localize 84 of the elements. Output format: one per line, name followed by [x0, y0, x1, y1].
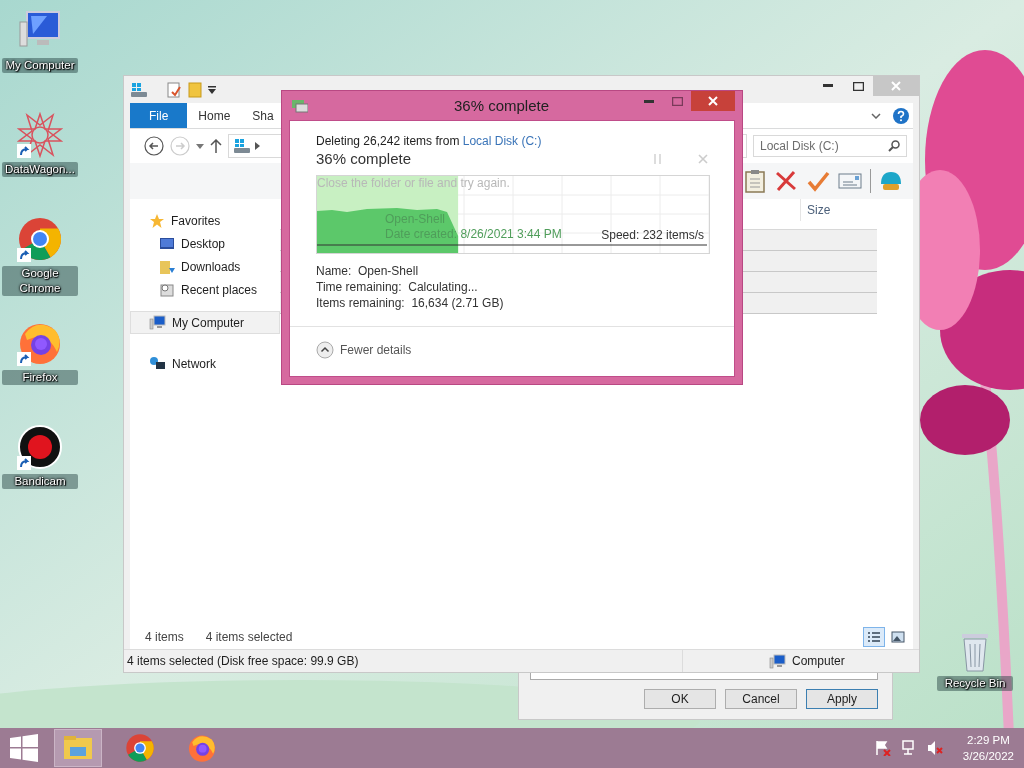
chrome-icon — [125, 733, 155, 763]
chrome-icon — [17, 216, 63, 262]
drive-icon — [130, 81, 148, 98]
search-icon — [888, 140, 900, 152]
nav-item[interactable]: Favorites — [130, 209, 280, 232]
shortcut-arrow-icon — [17, 456, 31, 470]
clock-date[interactable]: 3/26/2022 — [962, 748, 1014, 764]
dialog-button[interactable]: OK — [644, 689, 716, 709]
monitor-icon — [159, 236, 175, 251]
status-location: Computer — [792, 654, 845, 668]
checkmark-icon[interactable] — [806, 170, 830, 192]
progress-summary: Deleting 26,242 items from Local Disk (C:) — [316, 134, 543, 148]
details-view-button[interactable] — [863, 627, 885, 647]
computer-icon — [149, 315, 166, 330]
windows-start-icon[interactable] — [10, 734, 38, 762]
detail-line: Time remaining: Calculating... — [316, 280, 479, 294]
nav-label: Recent places — [181, 282, 258, 297]
nav-label: Desktop — [181, 236, 226, 251]
chevron-right-icon[interactable] — [255, 142, 260, 150]
text-field[interactable] — [530, 673, 878, 680]
dialog-title: 36% complete — [453, 97, 550, 114]
nav-item[interactable]: Network — [130, 352, 280, 375]
detail-line: Name: Open-Shell — [316, 264, 420, 278]
ribbon-tab[interactable]: Sha — [241, 103, 285, 128]
minimize-icon — [823, 84, 833, 88]
up-arrow-icon[interactable] — [210, 139, 222, 153]
help-icon[interactable] — [893, 107, 909, 124]
network-icon — [149, 355, 166, 372]
list-icon — [867, 631, 881, 643]
close-button[interactable] — [691, 91, 735, 111]
nav-label: Favorites — [171, 213, 221, 228]
nav-item[interactable]: My Computer — [130, 311, 280, 334]
maximize-icon — [671, 96, 683, 106]
star-pattern-icon — [17, 112, 63, 158]
close-icon — [708, 96, 718, 106]
selection-count: 4 items selected — [205, 630, 293, 644]
record-icon — [17, 424, 63, 470]
clipboard-icon[interactable] — [744, 169, 766, 193]
flag-icon[interactable] — [874, 740, 891, 756]
speaker-muted-icon[interactable] — [926, 740, 943, 756]
shortcut-arrow-icon — [17, 248, 31, 262]
folder-icon — [63, 735, 93, 761]
nav-item[interactable]: Desktop — [130, 232, 280, 255]
column-header[interactable]: Size — [800, 199, 877, 221]
nav-item[interactable]: Recent places — [130, 278, 280, 301]
progress-heading: 36% complete — [316, 150, 412, 167]
network-icon[interactable] — [900, 740, 917, 756]
drive-icon — [233, 138, 251, 154]
nav-label: Network — [172, 356, 216, 371]
collapse-icon — [316, 341, 334, 359]
speed-label: Speed: 232 items/s — [601, 228, 704, 242]
properties-icon[interactable] — [166, 81, 182, 98]
clock-time[interactable]: 2:29 PM — [967, 732, 1010, 748]
image-icon — [891, 631, 905, 643]
ribbon-tab[interactable]: Home — [187, 103, 242, 128]
maximize-icon — [852, 81, 864, 91]
computer-icon — [769, 653, 786, 669]
firefox-icon — [187, 733, 217, 763]
item-count: 4 items — [145, 630, 184, 644]
nav-label: My Computer — [172, 315, 245, 330]
shell-icon[interactable] — [879, 170, 903, 192]
shortcut-arrow-icon — [17, 144, 31, 158]
recent-places-icon — [159, 281, 175, 298]
dropdown-icon[interactable] — [208, 85, 216, 94]
nav-item[interactable]: Downloads — [130, 255, 280, 278]
nav-label: Downloads — [181, 259, 241, 274]
fewer-details-button[interactable]: Fewer details — [316, 341, 412, 359]
card-icon[interactable] — [838, 172, 862, 190]
chevron-down-icon[interactable] — [871, 112, 881, 119]
ribbon-tab[interactable]: File — [130, 103, 188, 128]
detail-line: Items remaining: 16,634 (2.71 GB) — [316, 296, 505, 310]
back-button[interactable] — [144, 136, 164, 156]
history-dropdown-icon[interactable] — [196, 143, 204, 149]
close-icon — [891, 81, 901, 91]
dialog-button[interactable]: Apply — [806, 689, 878, 709]
delete-icon[interactable] — [774, 170, 798, 192]
source-link[interactable]: Local Disk (C:) — [462, 134, 542, 148]
dialog-button[interactable]: Cancel — [725, 689, 797, 709]
star-icon — [149, 212, 165, 229]
shortcut-arrow-icon — [17, 352, 31, 366]
search-field[interactable]: Local Disk (C:) — [753, 135, 907, 157]
copy-icon — [292, 98, 308, 113]
download-folder-icon — [159, 258, 175, 275]
status-text: 4 items selected (Disk free space: 99.9 GB) — [127, 654, 359, 668]
